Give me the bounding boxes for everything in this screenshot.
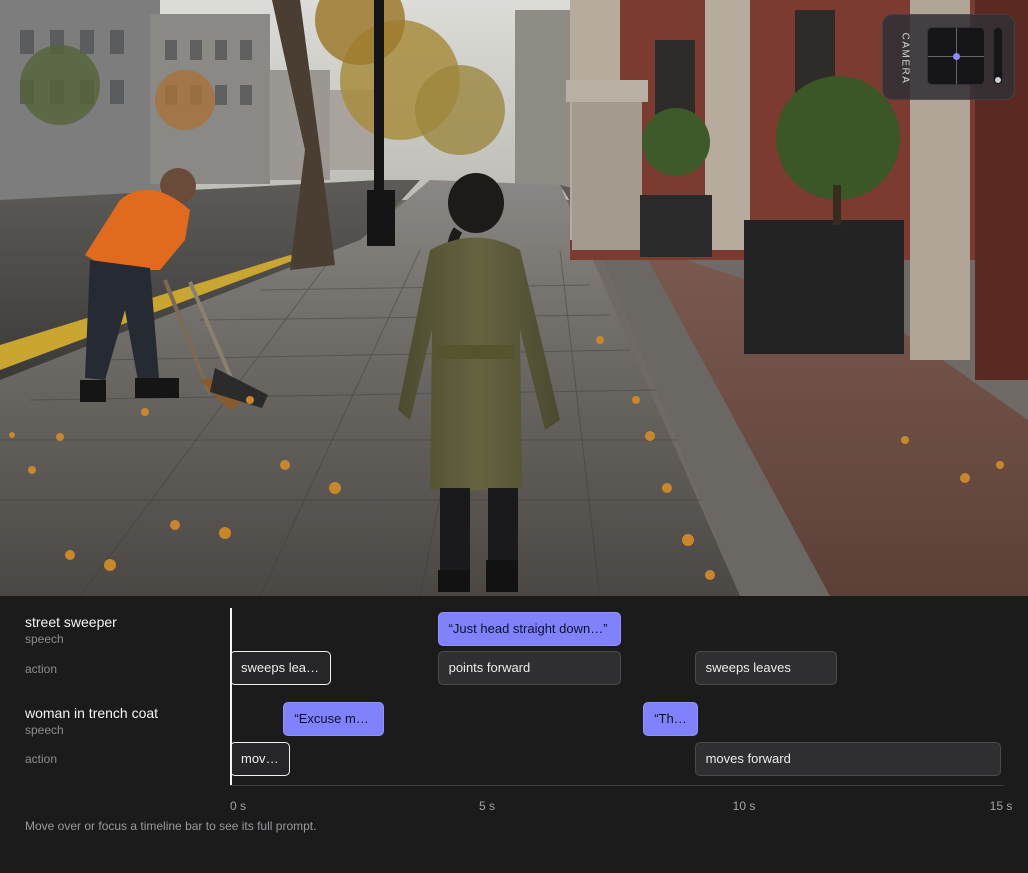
track-speech-label: speech xyxy=(25,632,64,646)
track-speech-label: speech xyxy=(25,723,64,737)
action-bar[interactable]: moves forward xyxy=(694,742,1001,776)
track-name: street sweeper xyxy=(25,614,117,630)
action-bar[interactable]: points forward xyxy=(437,651,621,685)
speech-bar[interactable]: “Excuse me…” xyxy=(283,702,385,736)
speech-bar[interactable]: “Just head straight down…” xyxy=(437,612,621,646)
street-scene-image xyxy=(0,0,1028,596)
action-bar[interactable]: sweeps leaves xyxy=(694,651,837,685)
timeline-playhead[interactable] xyxy=(230,608,232,785)
timeline-tick-label: 15 s xyxy=(989,799,1013,813)
camera-zoom-slider[interactable] xyxy=(993,27,1003,85)
timeline-tick-label: 0 s xyxy=(230,799,247,813)
track-name: woman in trench coat xyxy=(25,705,159,721)
camera-pan-handle[interactable] xyxy=(953,53,960,60)
timeline-panel: street sweeper speech action woman in tr… xyxy=(0,596,1028,873)
timeline-tick-label: 5 s xyxy=(478,799,496,813)
track-action-label: action xyxy=(25,752,58,766)
camera-pan-pad[interactable] xyxy=(927,27,985,85)
timeline-hint: Move over or focus a timeline bar to see… xyxy=(25,819,317,833)
timeline-axis xyxy=(230,785,1004,786)
video-preview: CAMERA xyxy=(0,0,1028,596)
action-bar[interactable]: sweeps leav… xyxy=(230,651,331,685)
action-bar[interactable]: moves xyxy=(230,742,290,776)
camera-zoom-handle[interactable] xyxy=(995,77,1001,83)
track-action-label: action xyxy=(25,662,58,676)
camera-label: CAMERA xyxy=(899,32,911,84)
speech-bar[interactable]: “Th… xyxy=(643,702,698,736)
camera-control[interactable]: CAMERA xyxy=(882,14,1015,100)
timeline-tick-label: 10 s xyxy=(732,799,756,813)
